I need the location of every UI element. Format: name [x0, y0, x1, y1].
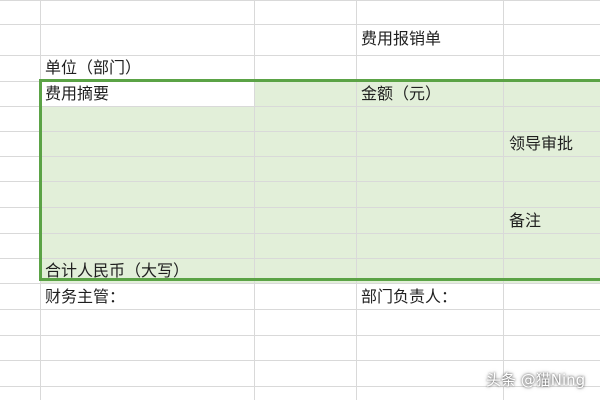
row-gridline [0, 207, 600, 208]
remarks-label: 备注 [509, 211, 542, 230]
row-gridline [0, 24, 600, 25]
row-gridline [0, 283, 600, 284]
row-gridline [0, 131, 600, 132]
finance-supervisor-label: 财务主管： [45, 287, 126, 306]
row-gridline [0, 156, 600, 157]
row-gridline [0, 0, 600, 1]
unit-label: 单位（部门） [45, 58, 142, 77]
selected-range-fill [41, 81, 600, 283]
amount-label: 金额（元） [361, 84, 442, 103]
row-gridline [0, 335, 600, 336]
column-gridline [503, 0, 504, 400]
column-gridline [254, 0, 255, 400]
approval-label: 领导审批 [509, 134, 574, 153]
row-gridline [0, 81, 600, 82]
spreadsheet-canvas[interactable]: 费用报销单 单位（部门） 费用摘要 金额（元） 领导审批 备注 合计人民币（大写… [0, 0, 600, 400]
department-head-label: 部门负责人： [361, 287, 458, 306]
column-gridline [356, 0, 357, 400]
total-rmb-label: 合计人民币（大写） [45, 261, 190, 280]
row-gridline [0, 309, 600, 310]
row-gridline [0, 106, 600, 107]
sheet-title: 费用报销单 [361, 29, 442, 48]
row-gridline [0, 55, 600, 56]
row-gridline [0, 258, 600, 259]
column-gridline [40, 0, 41, 400]
expense-summary-label: 费用摘要 [45, 84, 110, 103]
watermark: 头条 @猫Ning [486, 371, 586, 389]
row-gridline [0, 233, 600, 234]
row-gridline [0, 181, 600, 182]
row-gridline [0, 360, 600, 361]
